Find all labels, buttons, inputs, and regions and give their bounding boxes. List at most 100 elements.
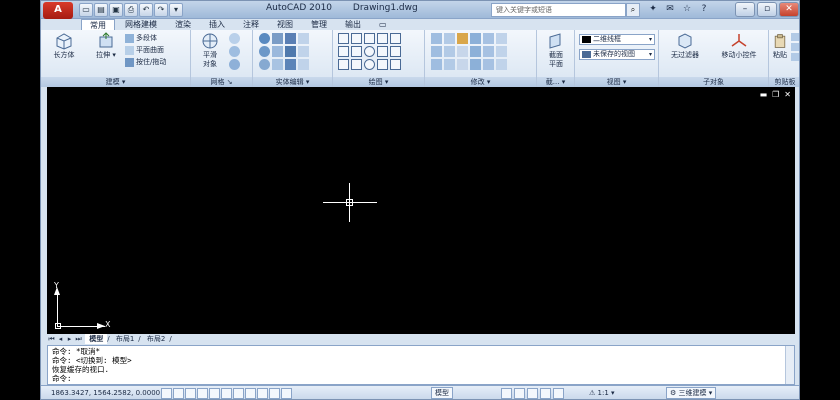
- draw-more-icon[interactable]: [377, 33, 388, 44]
- spline-icon[interactable]: [338, 46, 349, 57]
- save-icon[interactable]: ▣: [109, 3, 123, 17]
- array-icon[interactable]: [431, 46, 442, 57]
- maximize-icon[interactable]: ▫: [757, 2, 777, 17]
- minimize-icon[interactable]: –: [735, 2, 755, 17]
- dynamic-input-icon[interactable]: [257, 388, 268, 399]
- copy-clip-icon[interactable]: [791, 43, 799, 51]
- polar-tracking-icon[interactable]: [197, 388, 208, 399]
- quick-properties-icon[interactable]: [281, 388, 292, 399]
- viewport-minimize-icon[interactable]: ▬: [760, 90, 768, 99]
- ortho-mode-icon[interactable]: [185, 388, 196, 399]
- match-properties-icon[interactable]: [791, 53, 799, 61]
- panel-title-solid-editing[interactable]: 实体编辑 ▾: [253, 77, 332, 87]
- showmotion-icon[interactable]: [553, 388, 564, 399]
- command-prompt[interactable]: 命令:: [52, 374, 790, 383]
- coordinate-readout[interactable]: 1863.3427, 1564.2582, 0.0000: [51, 386, 160, 399]
- tab-view[interactable]: 视图: [269, 19, 301, 30]
- subscription-icon[interactable]: ✦: [646, 3, 660, 17]
- 3d-object-snap-icon[interactable]: [221, 388, 232, 399]
- imprint-icon[interactable]: [285, 46, 296, 57]
- print-icon[interactable]: ⎙: [124, 3, 138, 17]
- annotation-scale[interactable]: ⚠ 1:1 ▾: [589, 386, 615, 399]
- ribbon-toggle-icon[interactable]: ▭: [371, 19, 395, 30]
- hatch-icon[interactable]: [390, 33, 401, 44]
- visual-style-select[interactable]: 二维线框 ▾: [579, 34, 655, 45]
- solid-more3-icon[interactable]: [298, 59, 309, 70]
- offset-edge-icon[interactable]: [285, 59, 296, 70]
- union-icon[interactable]: [259, 33, 270, 44]
- panel-title-view[interactable]: 视图 ▾: [575, 77, 658, 87]
- first-layout-icon[interactable]: ⏮: [47, 334, 56, 344]
- saved-view-select[interactable]: 未保存的视图 ▾: [579, 49, 655, 60]
- favorites-icon[interactable]: ☆: [680, 3, 694, 17]
- tab-mesh-modeling[interactable]: 网格建模: [117, 19, 165, 30]
- tab-output[interactable]: 输出: [337, 19, 369, 30]
- redo-icon[interactable]: ↷: [154, 3, 168, 17]
- tab-insert[interactable]: 插入: [201, 19, 233, 30]
- viewport-close-icon[interactable]: ✕: [784, 90, 791, 99]
- steering-wheel-icon[interactable]: [540, 388, 551, 399]
- section-plane-button[interactable]: 截面 平面: [539, 32, 573, 69]
- panel-title-mesh[interactable]: 网格 ↘: [191, 77, 252, 87]
- modify-more-icon[interactable]: [496, 33, 507, 44]
- no-filter-button[interactable]: 无过滤器: [663, 32, 707, 60]
- tab-home[interactable]: 常用: [81, 19, 115, 30]
- tab-render[interactable]: 渲染: [167, 19, 199, 30]
- solid-more2-icon[interactable]: [298, 46, 309, 57]
- polyline-icon[interactable]: [351, 33, 362, 44]
- next-layout-icon[interactable]: ▸: [65, 334, 74, 344]
- panel-title-draw[interactable]: 绘图 ▾: [333, 77, 424, 87]
- trim-icon[interactable]: [483, 33, 494, 44]
- cut-icon[interactable]: [791, 33, 799, 41]
- mesh-refine-icon[interactable]: [229, 59, 240, 70]
- move-gizmo-button[interactable]: 移动小控件: [713, 32, 765, 60]
- extract-edges-icon[interactable]: [285, 33, 296, 44]
- mesh-smooth-less-icon[interactable]: [229, 46, 240, 57]
- tab-manage[interactable]: 管理: [303, 19, 335, 30]
- helix-icon[interactable]: [377, 46, 388, 57]
- arc-icon[interactable]: [364, 33, 375, 44]
- move-icon[interactable]: [457, 33, 468, 44]
- object-snap-icon[interactable]: [209, 388, 220, 399]
- workspace-switch[interactable]: ⚙ 三维建模 ▾: [666, 387, 717, 399]
- layout-view-icon[interactable]: [501, 388, 512, 399]
- object-snap-tracking-icon[interactable]: [233, 388, 244, 399]
- tab-annotate[interactable]: 注释: [235, 19, 267, 30]
- 3d-array-icon[interactable]: [431, 59, 442, 70]
- solid-more-icon[interactable]: [298, 33, 309, 44]
- offset-icon[interactable]: [470, 46, 481, 57]
- paste-button[interactable]: 粘贴: [769, 32, 791, 60]
- presspull-button[interactable]: 按住/拖动: [125, 57, 166, 68]
- stretch-icon[interactable]: [457, 59, 468, 70]
- line-icon[interactable]: [338, 33, 349, 44]
- polysolid-button[interactable]: 多段体: [125, 33, 157, 44]
- taper-faces-icon[interactable]: [272, 59, 283, 70]
- box-button[interactable]: 长方体: [47, 32, 81, 60]
- panel-title-section[interactable]: 截... ▾: [537, 77, 574, 87]
- viewport-restore-icon[interactable]: ❐: [772, 90, 779, 99]
- 3d-mirror-icon[interactable]: [457, 46, 468, 57]
- tab-model[interactable]: 模型: [85, 334, 108, 344]
- snap-mode-icon[interactable]: [161, 388, 172, 399]
- command-window[interactable]: 命令: *取消* 命令: <切换到: 模型> 恢复缓存的视口. 命令:: [47, 345, 795, 385]
- application-menu-button[interactable]: A: [43, 2, 73, 19]
- 3d-align-icon[interactable]: [470, 33, 481, 44]
- panel-title-modify[interactable]: 修改 ▾: [425, 77, 536, 87]
- prev-layout-icon[interactable]: ◂: [56, 334, 65, 344]
- extrude-button[interactable]: 拉伸 ▾: [89, 32, 123, 60]
- open-icon[interactable]: ▤: [94, 3, 108, 17]
- panel-title-subobject[interactable]: 子对象: [659, 77, 768, 87]
- mesh-smooth-more-icon[interactable]: [229, 33, 240, 44]
- panel-title-clipboard[interactable]: 剪贴板: [769, 77, 799, 87]
- region-icon[interactable]: [390, 46, 401, 57]
- search-icon[interactable]: ⌕: [626, 3, 640, 17]
- communication-icon[interactable]: ✉: [663, 3, 677, 17]
- rotate-icon[interactable]: [444, 46, 455, 57]
- undo-icon[interactable]: ↶: [139, 3, 153, 17]
- intersect-icon[interactable]: [259, 59, 270, 70]
- scale-icon[interactable]: [470, 59, 481, 70]
- subtract-icon[interactable]: [259, 46, 270, 57]
- pan-icon[interactable]: [514, 388, 525, 399]
- qat-dropdown-icon[interactable]: ▾: [169, 3, 183, 17]
- lineweight-icon[interactable]: [269, 388, 280, 399]
